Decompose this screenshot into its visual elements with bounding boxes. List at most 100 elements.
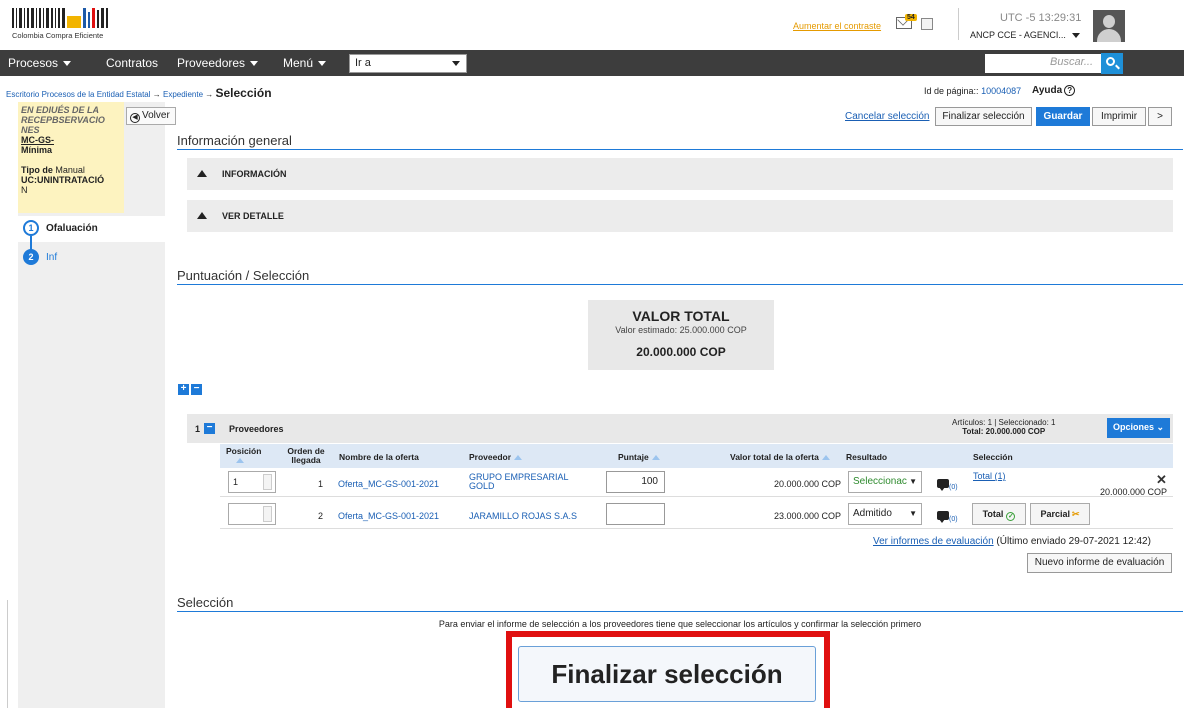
nav-procesos[interactable]: Procesos xyxy=(8,56,72,70)
accordion-informacion[interactable]: INFORMACIÓN xyxy=(187,158,1173,190)
col-orden[interactable]: Orden de llegada xyxy=(286,447,326,465)
col-label: Proveedor xyxy=(469,452,512,462)
nav-procesos-label: Procesos xyxy=(8,56,59,70)
partial-label: Parcial xyxy=(1040,509,1070,519)
section-title-seleccion: Selección xyxy=(177,595,234,610)
accordion-ver-detalle[interactable]: VER DETALLE xyxy=(187,200,1173,232)
next-button[interactable]: > xyxy=(1148,107,1172,126)
nav-proveedores-label: Proveedores xyxy=(177,56,246,70)
finalize-selection-button[interactable]: Finalizar selección xyxy=(935,107,1032,126)
position-stepper[interactable]: 1 xyxy=(228,471,276,493)
sort-icon xyxy=(236,458,244,463)
valor-total-amount: 20.000.000 COP xyxy=(636,345,726,359)
col-label: Posición xyxy=(226,446,262,456)
comment-icon[interactable] xyxy=(937,479,949,491)
comment-count[interactable]: (0) xyxy=(949,516,958,523)
col-proveedor[interactable]: Proveedor xyxy=(469,452,523,462)
new-report-button[interactable]: Nuevo informe de evaluación xyxy=(1027,553,1172,573)
divider xyxy=(7,600,8,708)
breadcrumb-procesos[interactable]: Procesos de la Entidad Estatal xyxy=(42,90,151,99)
nav-menu-label: Menú xyxy=(283,56,314,70)
accordion-label: VER DETALLE xyxy=(222,211,284,221)
col-nombre-oferta[interactable]: Nombre de la oferta xyxy=(339,453,419,462)
stepper-arrows-icon[interactable] xyxy=(263,474,272,490)
col-puntaje[interactable]: Puntaje xyxy=(618,453,660,462)
save-button[interactable]: Guardar xyxy=(1036,107,1090,126)
collapse-all-button[interactable]: − xyxy=(191,384,202,395)
tipo-value: Manual xyxy=(55,165,85,175)
search-input[interactable]: Buscar... xyxy=(985,54,1101,73)
process-title-line: EN EDIUÉS DE LA xyxy=(21,105,100,115)
step-informe[interactable]: 2 Inf xyxy=(18,247,165,269)
close-icon[interactable]: ✕ xyxy=(1156,472,1167,488)
print-button[interactable]: Imprimir xyxy=(1092,107,1146,126)
offer-link[interactable]: Oferta_MC-GS-001-2021 xyxy=(338,479,439,489)
page-id-value[interactable]: 10004087 xyxy=(981,86,1021,96)
stepper-arrows-icon[interactable] xyxy=(263,506,272,522)
select-total-button[interactable]: Total ✓ xyxy=(972,503,1026,525)
chevron-down-icon xyxy=(1072,33,1081,39)
triangle-up-icon xyxy=(197,212,207,219)
user-menu[interactable]: ANCP CCE - AGENCI... xyxy=(970,30,1081,40)
comment-count[interactable]: (0) xyxy=(949,484,958,491)
cancel-selection-link[interactable]: Cancelar selección xyxy=(845,111,930,122)
nav-proveedores[interactable]: Proveedores xyxy=(177,56,259,70)
group-title: Proveedores xyxy=(229,424,284,434)
result-select[interactable]: Seleccionac ▼ xyxy=(848,471,922,493)
avatar[interactable] xyxy=(1093,10,1125,42)
search-button[interactable] xyxy=(1101,53,1123,74)
offer-link[interactable]: Oferta_MC-GS-001-2021 xyxy=(338,511,439,521)
colombia-compra-logo[interactable]: Colombia Compra Eficiente xyxy=(8,6,114,42)
help-label: Ayuda xyxy=(1032,85,1063,96)
nav-contratos[interactable]: Contratos xyxy=(106,56,158,70)
nav-menu[interactable]: Menú xyxy=(283,56,327,70)
view-reports-link[interactable]: Ver informes de evaluación xyxy=(873,536,994,547)
section-divider xyxy=(177,611,1183,612)
score-input[interactable]: 100 xyxy=(606,471,665,493)
contrast-link[interactable]: Aumentar el contraste xyxy=(793,21,881,31)
valor-estimado: Valor estimado: 25.000.000 COP xyxy=(615,325,747,335)
comment-icon[interactable] xyxy=(937,511,949,523)
col-resultado[interactable]: Resultado xyxy=(846,453,887,462)
uc-line: UC:UNINTRATACIÓ xyxy=(21,175,105,185)
offer-total-value: 20.000.000 COP xyxy=(774,479,842,489)
score-input[interactable] xyxy=(606,503,665,525)
document-icon[interactable] xyxy=(921,18,933,30)
provider-link[interactable]: JARAMILLO ROJAS S.A.S xyxy=(469,511,577,521)
back-button[interactable]: ◀ Volver xyxy=(126,107,176,125)
expand-all-button[interactable]: + xyxy=(178,384,189,395)
chevron-down-icon xyxy=(452,61,460,66)
process-title-line: NES xyxy=(21,125,40,135)
top-header: Colombia Compra Eficiente Aumentar el co… xyxy=(0,0,1184,47)
process-code[interactable]: MC-GS- xyxy=(21,135,121,145)
step-evaluacion[interactable]: 1 Ofaluación xyxy=(18,216,165,242)
caret-down-icon xyxy=(63,61,72,67)
goto-select[interactable]: Ir a xyxy=(349,54,467,73)
valor-total-title: VALOR TOTAL xyxy=(632,308,730,324)
step-label: Ofaluación xyxy=(46,223,98,234)
chevron-down-icon: ⌄ xyxy=(1156,422,1165,432)
breadcrumb: Escritorio Procesos de la Entidad Estata… xyxy=(6,86,272,100)
process-title-line: RECEPBSERVACIO xyxy=(21,115,105,125)
help-link[interactable]: Ayuda? xyxy=(1032,85,1076,96)
col-posicion[interactable]: Posición xyxy=(226,447,261,465)
col-seleccion: Selección xyxy=(973,452,1013,462)
goto-value: Ir a xyxy=(355,57,371,69)
options-button[interactable]: Opciones ⌄ xyxy=(1107,418,1170,438)
finalize-selection-big-button[interactable]: Finalizar selección xyxy=(518,646,816,702)
result-select[interactable]: Admitido ▼ xyxy=(848,503,922,525)
selection-total-link[interactable]: Total (1) xyxy=(973,471,1006,481)
collapse-group-button[interactable]: − xyxy=(204,423,215,434)
provider-link[interactable]: GRUPO EMPRESARIAL GOLD xyxy=(469,473,569,491)
back-label: Volver xyxy=(142,110,170,121)
breadcrumb-escritorio[interactable]: Escritorio xyxy=(6,90,39,99)
provider-name: GOLD xyxy=(469,481,495,491)
select-partial-button[interactable]: Parcial ✂ xyxy=(1030,503,1090,525)
sort-icon xyxy=(514,455,523,460)
section-title-info: Información general xyxy=(177,133,292,148)
breadcrumb-expediente[interactable]: Expediente xyxy=(163,90,203,99)
col-valor-total[interactable]: Valor total de la oferta xyxy=(730,453,830,462)
position-stepper[interactable] xyxy=(228,503,276,525)
arrival-order: 2 xyxy=(318,511,324,521)
step-label: Inf xyxy=(46,252,58,263)
